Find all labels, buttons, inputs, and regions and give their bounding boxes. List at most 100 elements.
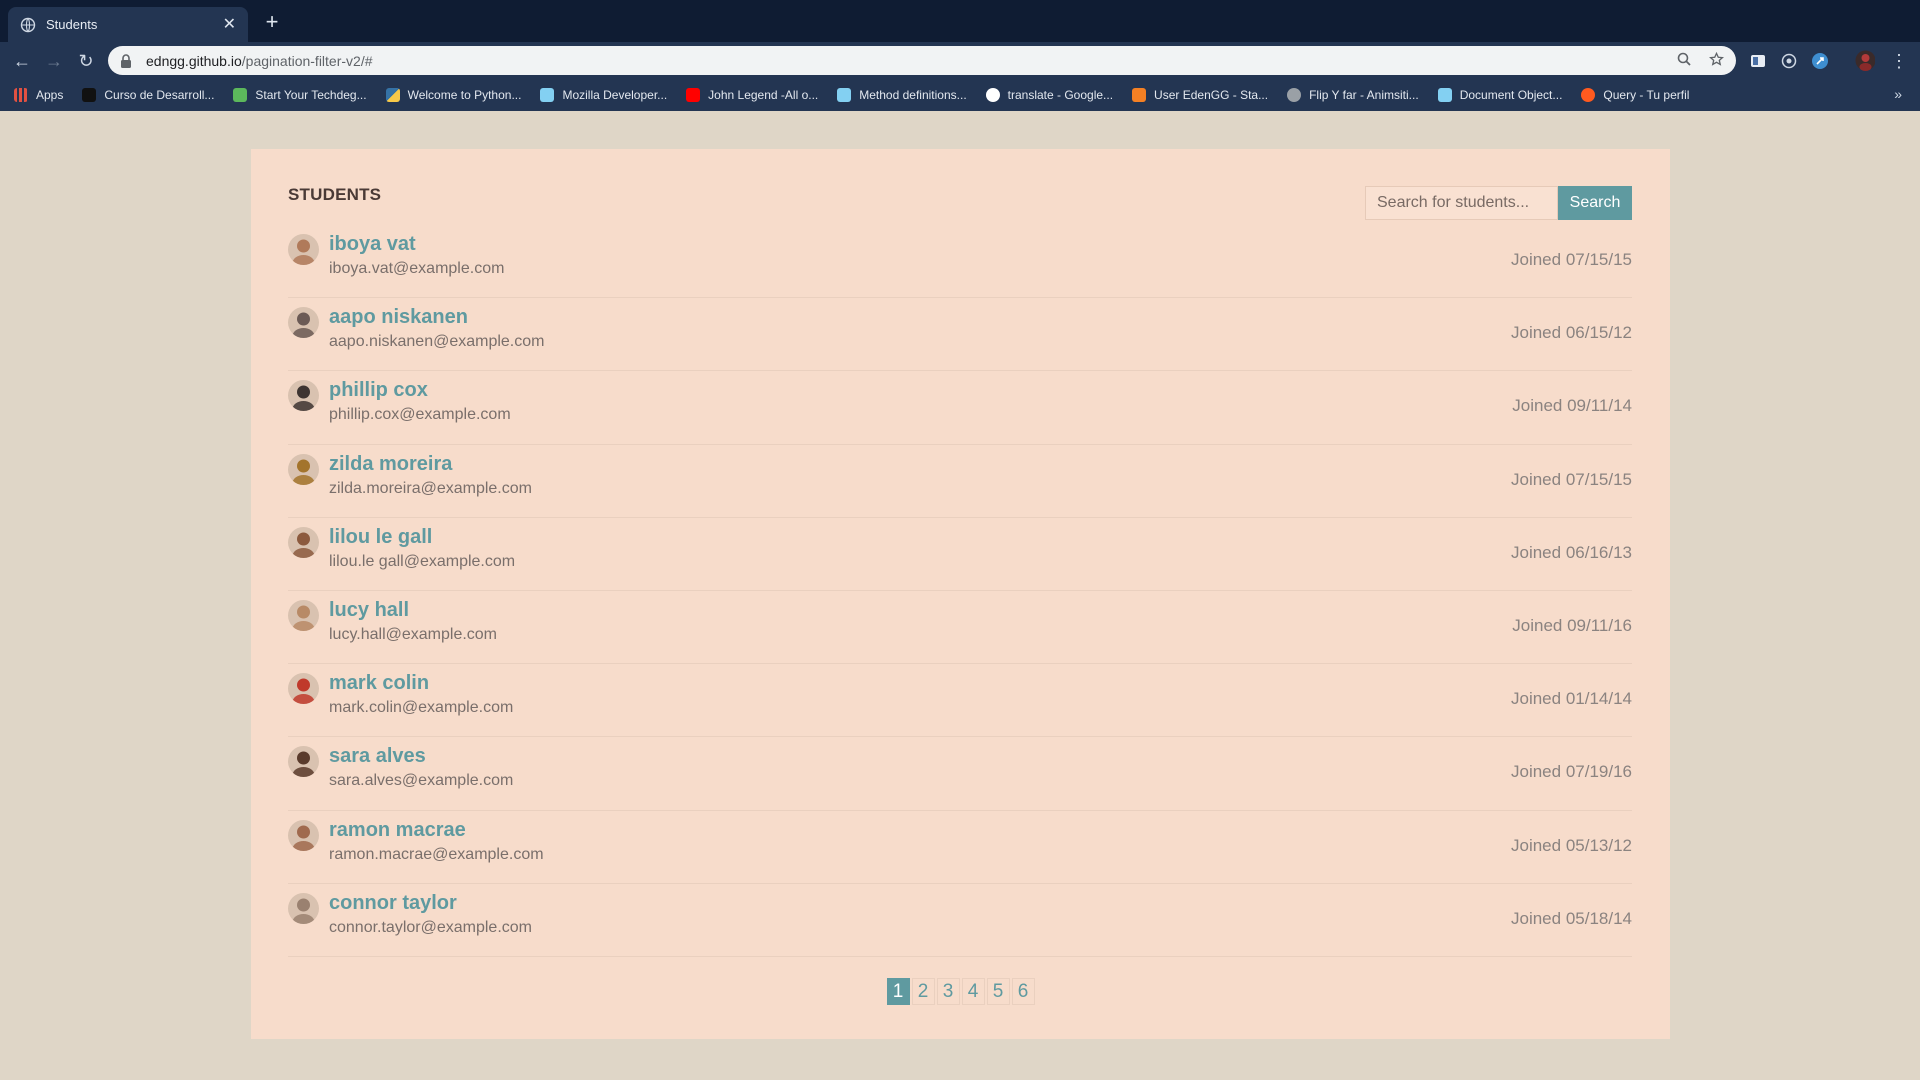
student-email: aapo.niskanen@example.com	[329, 333, 545, 351]
student-email: zilda.moreira@example.com	[329, 479, 532, 497]
new-tab-button[interactable]: +	[262, 11, 282, 33]
bookmark-item[interactable]: User EdenGG - Sta...	[1132, 88, 1268, 102]
student-avatar	[288, 307, 319, 339]
url-path: /pagination-filter-v2/#	[241, 52, 373, 69]
bookmark-favicon-icon	[540, 88, 555, 102]
student-email: connor.taylor@example.com	[329, 918, 532, 936]
bookmark-item[interactable]: Curso de Desarroll...	[82, 88, 214, 102]
bookmark-item[interactable]: Welcome to Python...	[385, 88, 521, 102]
student-joined-date: Joined 06/15/12	[1511, 323, 1632, 343]
student-row: connor taylor connor.taylor@example.com Jo…	[288, 884, 1632, 957]
student-row: ramon macrae ramon.macrae@example.com Join…	[288, 811, 1632, 884]
apps-grid-icon	[14, 88, 28, 102]
student-name[interactable]: zilda moreira	[329, 453, 452, 476]
student-avatar	[288, 453, 319, 485]
student-name[interactable]: lilou le gall	[329, 526, 432, 549]
page-link-4[interactable]: 4	[961, 978, 985, 1005]
zoom-icon[interactable]	[1677, 52, 1691, 69]
student-joined-date: Joined 05/18/14	[1511, 908, 1632, 928]
student-name[interactable]: phillip cox	[329, 379, 428, 402]
lock-icon	[120, 53, 132, 68]
student-email: lilou.le gall@example.com	[329, 552, 516, 570]
browser-tab[interactable]: Students ✕	[8, 7, 248, 42]
student-joined-date: Joined 05/13/12	[1511, 835, 1632, 855]
bookmark-item[interactable]: Method definitions...	[837, 88, 967, 102]
tab-strip: Students ✕ +	[0, 0, 1920, 42]
page-link-1[interactable]: 1	[886, 978, 910, 1005]
student-email: sara.alves@example.com	[329, 772, 514, 790]
student-search: Search	[1365, 186, 1632, 220]
bookmark-star-icon[interactable]	[1709, 51, 1724, 70]
pagination: 123456	[251, 978, 1670, 1005]
student-avatar	[288, 892, 319, 924]
url-host: edngg.github.io	[146, 52, 242, 69]
back-icon[interactable]: ←	[11, 50, 33, 72]
student-row: phillip cox phillip.cox@example.com Joined…	[288, 371, 1632, 445]
student-row: lilou le gall lilou.le gall@example.com Jo…	[288, 518, 1632, 591]
student-avatar	[288, 380, 319, 412]
youtube-icon	[686, 88, 701, 102]
extension-icon-2[interactable]	[1779, 51, 1799, 71]
student-avatar	[288, 599, 319, 631]
page-link-5[interactable]: 5	[986, 978, 1010, 1005]
student-name[interactable]: aapo niskanen	[329, 306, 468, 329]
student-email: mark.colin@example.com	[329, 699, 514, 717]
student-joined-date: Joined 07/15/15	[1511, 469, 1632, 489]
student-row: sara alves sara.alves@example.com Joined 0…	[288, 737, 1632, 811]
student-joined-date: Joined 01/14/14	[1511, 689, 1632, 709]
student-avatar	[288, 746, 319, 778]
student-joined-date: Joined 09/11/16	[1512, 615, 1632, 635]
student-name[interactable]: connor taylor	[329, 892, 457, 915]
globe-icon	[1287, 88, 1302, 102]
bookmark-item[interactable]: Start Your Techdeg...	[233, 88, 367, 102]
extension-icon-1[interactable]	[1748, 51, 1768, 71]
reload-icon[interactable]: ↻	[75, 50, 97, 72]
student-avatar	[288, 673, 319, 705]
bookmark-favicon-icon	[82, 88, 97, 102]
student-name[interactable]: ramon macrae	[329, 819, 466, 842]
student-row: lucy hall lucy.hall@example.com Joined 09/…	[288, 591, 1632, 665]
student-name[interactable]: mark colin	[329, 672, 429, 695]
bookmark-item[interactable]: translate - Google...	[985, 88, 1113, 102]
forward-icon[interactable]: →	[43, 50, 65, 72]
bookmarks-overflow-icon[interactable]: »	[1894, 86, 1902, 102]
student-avatar	[288, 234, 319, 265]
bookmark-item[interactable]: Document Object...	[1437, 88, 1562, 102]
page-title: STUDENTS	[288, 185, 382, 204]
search-button[interactable]: Search	[1558, 186, 1632, 220]
student-avatar	[288, 819, 319, 851]
bookmark-favicon-icon	[837, 88, 852, 102]
bookmark-item[interactable]: Mozilla Developer...	[540, 88, 667, 102]
bookmark-favicon-icon	[1437, 88, 1452, 102]
student-row: aapo niskanen aapo.niskanen@example.com Jo…	[288, 298, 1632, 372]
menu-kebab-icon[interactable]: ⋮	[1889, 51, 1909, 71]
bookmark-item[interactable]: Query - Tu perfil	[1581, 88, 1689, 102]
student-row: mark colin mark.colin@example.com Joined 0…	[288, 664, 1632, 738]
extension-icon-3[interactable]	[1810, 51, 1830, 71]
page-link-2[interactable]: 2	[911, 978, 935, 1005]
bookmark-item[interactable]: John Legend -All o...	[686, 88, 818, 102]
bookmark-apps[interactable]: Apps	[14, 88, 63, 102]
student-email: lucy.hall@example.com	[329, 625, 498, 643]
stackoverflow-icon	[1132, 88, 1147, 102]
search-input[interactable]	[1365, 186, 1558, 220]
address-bar[interactable]: edngg.github.io /pagination-filter-v2/#	[108, 46, 1736, 75]
bookmarks-bar: Apps Curso de Desarroll... Start Your Te…	[0, 79, 1920, 111]
student-name[interactable]: lucy hall	[329, 599, 409, 622]
student-name[interactable]: sara alves	[329, 745, 426, 768]
student-joined-date: Joined 06/16/13	[1511, 542, 1632, 562]
student-row: iboya vat iboya.vat@example.com Joined 07/…	[288, 225, 1632, 299]
bookmark-item[interactable]: Flip Y far - Animsiti...	[1287, 88, 1419, 102]
close-tab-icon[interactable]: ✕	[223, 16, 236, 33]
browser-toolbar: ← → ↻ edngg.github.io /pagination-filter…	[0, 42, 1920, 79]
page-link-3[interactable]: 3	[936, 978, 960, 1005]
student-name[interactable]: iboya vat	[329, 233, 416, 256]
profile-avatar[interactable]	[1855, 50, 1875, 71]
page-link-6[interactable]: 6	[1011, 978, 1035, 1005]
bookmark-favicon-icon	[1581, 88, 1596, 102]
student-joined-date: Joined 09/11/14	[1512, 396, 1632, 416]
student-row: zilda moreira zilda.moreira@example.com Jo…	[288, 445, 1632, 518]
student-avatar	[288, 526, 319, 558]
students-panel: STUDENTS Search iboya vat iboya.vat@examp…	[251, 149, 1670, 1039]
bookmark-favicon-icon	[233, 88, 248, 102]
